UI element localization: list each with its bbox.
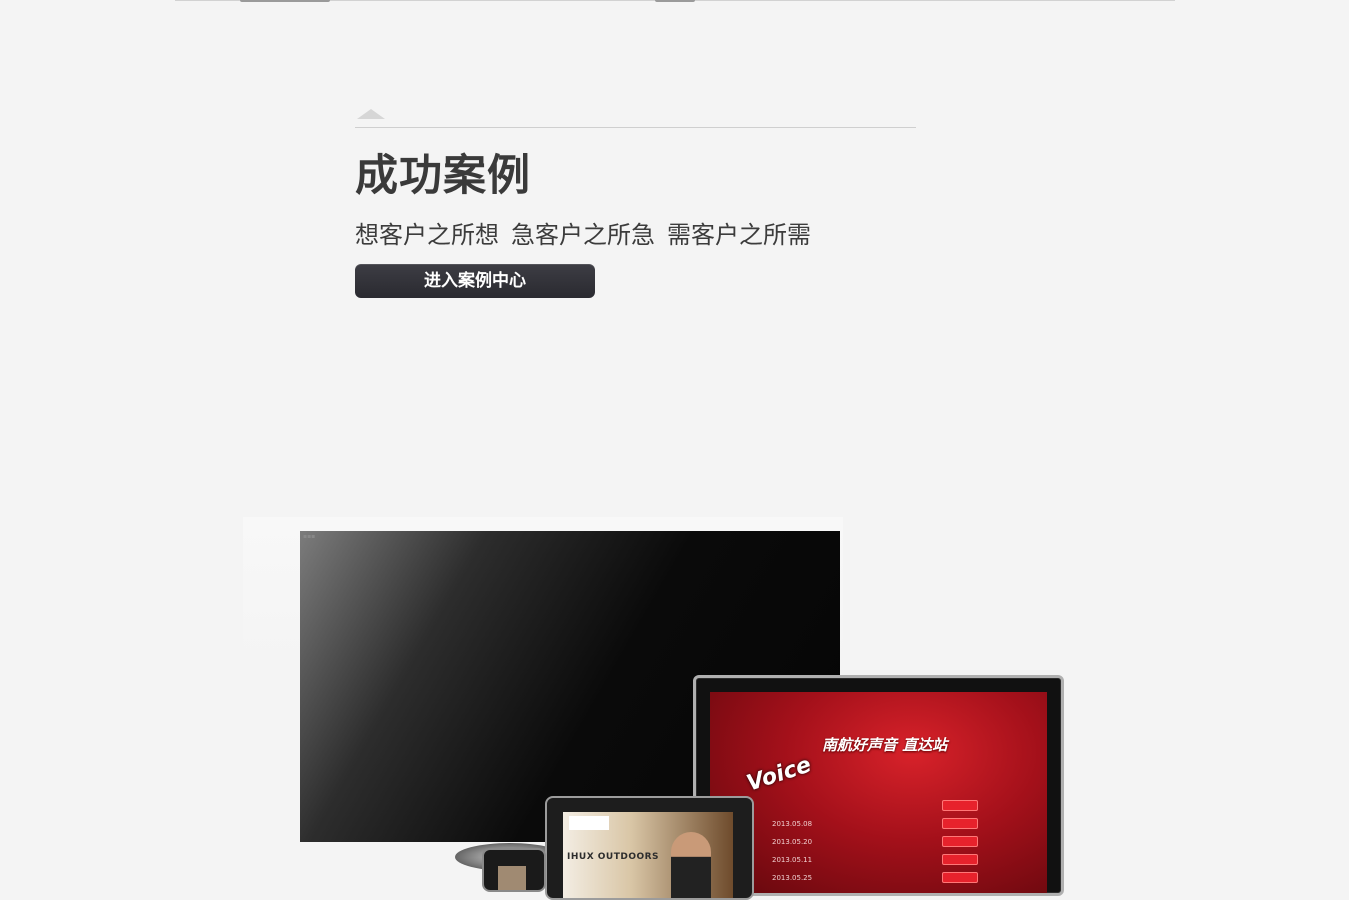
enter-case-center-button[interactable]: 进入案例中心 <box>355 264 595 298</box>
monitor-screen: 南航好声音 直达站 Voice 2013.05.08 2013.05.20 20… <box>710 692 1047 893</box>
section-title: 成功案例 <box>355 151 531 201</box>
section-divider <box>355 108 916 128</box>
voice-logo: Voice <box>743 752 815 797</box>
top-rule-accent-left <box>240 0 330 2</box>
subtitle-phrase-2: 急客户之所急 <box>511 221 655 249</box>
section-subtitle: 想客户之所想 急客户之所急 需客户之所需 <box>355 220 916 250</box>
caret-up-icon <box>357 109 385 119</box>
cases-section: 成功案例 想客户之所想 急客户之所急 需客户之所需 进入案例中心 <box>355 108 916 298</box>
tv-brand-mark: ▪▪▪ <box>303 533 316 540</box>
tablet-screen: IHUX OUTDOORS <box>563 812 733 898</box>
monitor-pill-5 <box>942 872 978 883</box>
subtitle-phrase-3: 需客户之所需 <box>667 221 811 249</box>
monitor-pill-1 <box>942 800 978 811</box>
monitor-date-2: 2013.05.20 <box>772 838 813 846</box>
monitor-pill-3 <box>942 836 978 847</box>
monitor-date-3: 2013.05.11 <box>772 856 813 864</box>
monitor-pill-4 <box>942 854 978 865</box>
phone-screen <box>498 866 526 890</box>
tablet-promo-text: IHUX OUTDOORS <box>567 852 660 862</box>
monitor-banner: 南航好声音 直达站 <box>822 736 948 754</box>
subtitle-phrase-1: 想客户之所想 <box>355 221 499 249</box>
tablet-site-logo <box>569 816 609 830</box>
monitor-date-1: 2013.05.08 <box>772 820 813 828</box>
top-rule <box>175 0 1175 2</box>
tablet-device: IHUX OUTDOORS <box>545 796 754 900</box>
top-rule-accent-right <box>655 0 695 2</box>
monitor-date-4: 2013.05.25 <box>772 874 813 882</box>
phone-device <box>482 848 546 892</box>
monitor-pill-2 <box>942 818 978 829</box>
device-showcase-image: ▪▪▪ 南航好声音 直达站 Voice 2013.05.08 2013.05.2… <box>240 515 1100 900</box>
tablet-person-image <box>671 832 711 898</box>
